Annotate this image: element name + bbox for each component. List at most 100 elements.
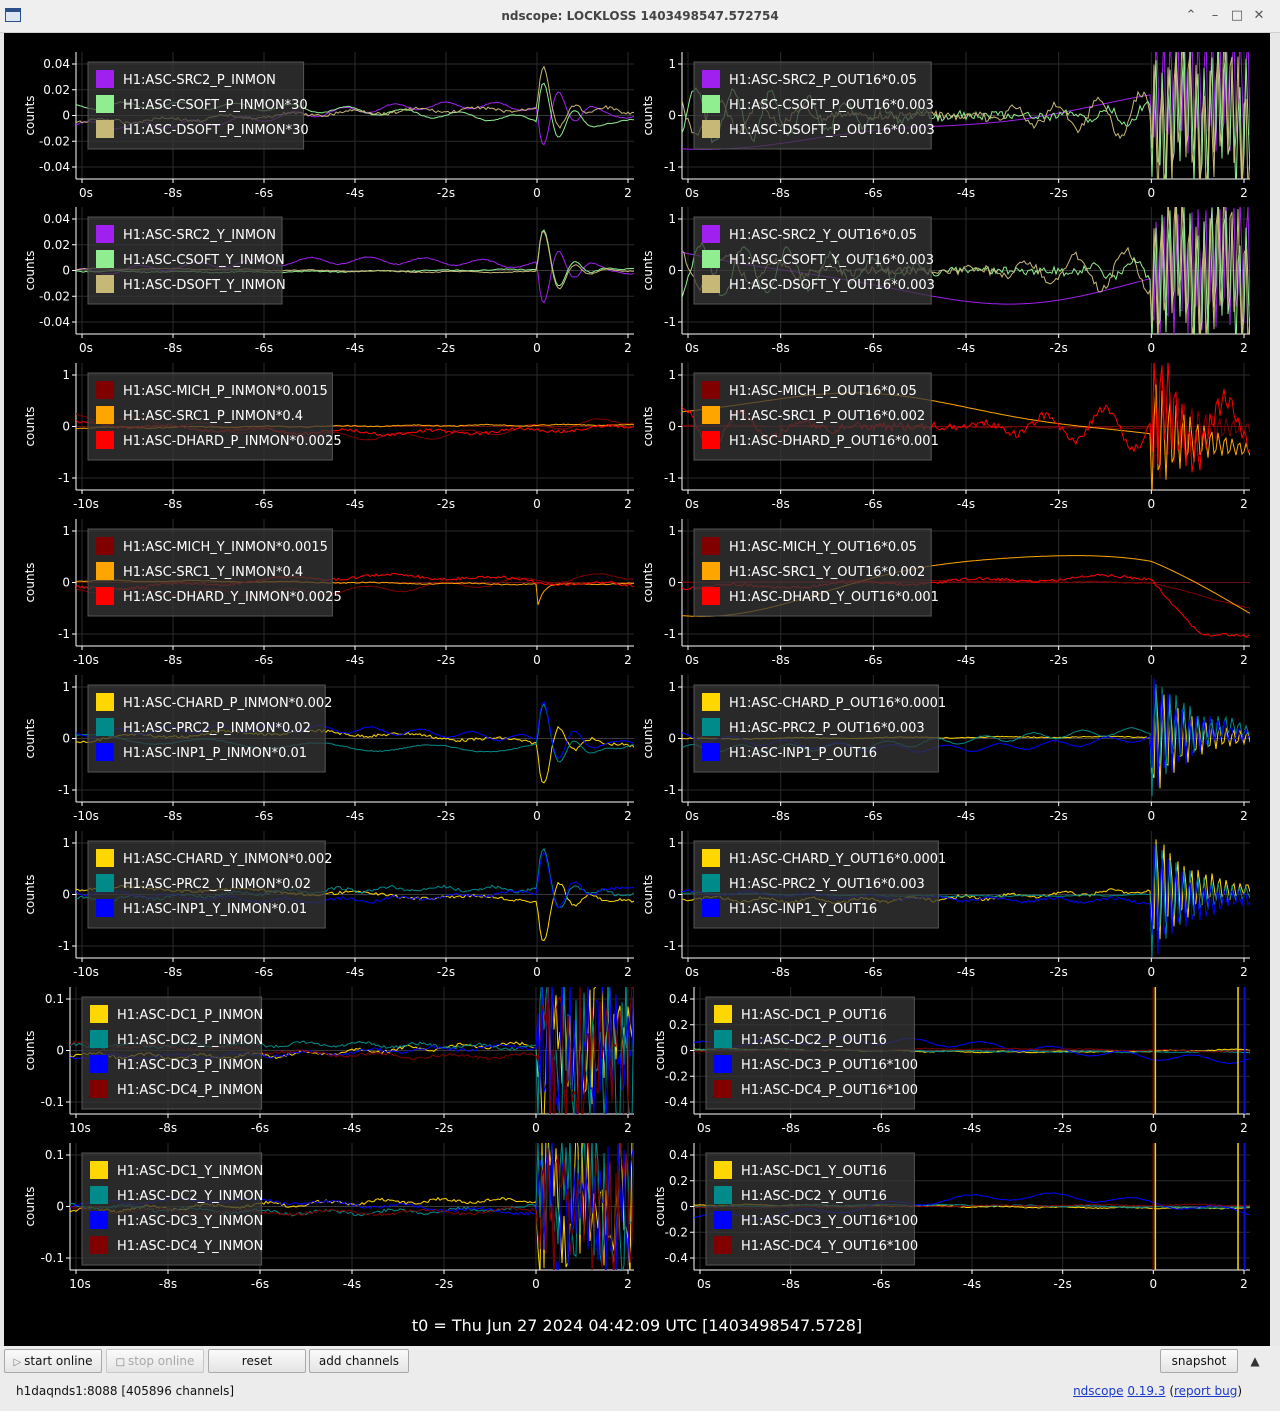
plot-legend[interactable]: H1:ASC-DC1_Y_OUT16 H1:ASC-DC2_Y_OUT16 H1:A… (705, 1152, 918, 1266)
y-tick-label: -0.4 (665, 1095, 688, 1109)
legend-swatch (96, 562, 114, 580)
add-channels-button[interactable]: add channels (309, 1349, 409, 1373)
legend-label: H1:ASC-DC4_Y_INMON (117, 1239, 263, 1254)
plot-panel[interactable]: 10s -8s -6s -4s -2s 0 2 0.1 0 -0.1 counts H1:ASC-DC… (23, 1129, 634, 1291)
y-tick-label: 0 (62, 420, 70, 434)
report-bug-link[interactable]: report bug (1174, 1384, 1237, 1398)
plot-panel[interactable]: 0s -8s -6s -4s -2s 0 2 0.4 0.2 0 -0.2 -0.4 counts H1:… (653, 987, 1250, 1135)
y-tick-label: -0.02 (39, 134, 70, 148)
legend-swatch (90, 1236, 108, 1254)
y-axis-label: counts (23, 406, 37, 446)
x-tick-label: -2s (437, 186, 455, 200)
x-tick-label: -4s (957, 186, 975, 200)
plot-legend[interactable]: H1:ASC-MICH_Y_OUT16*0.05 H1:ASC-SRC1_Y_OU… (693, 528, 939, 617)
y-tick-label: 1 (668, 368, 676, 382)
legend-label: H1:ASC-DC1_Y_OUT16 (741, 1164, 887, 1179)
y-tick-label: 0.2 (669, 1174, 688, 1188)
stop-online-button[interactable]: □ stop online (106, 1349, 204, 1373)
y-tick-label: 1 (668, 524, 676, 538)
legend-label: H1:ASC-PRC2_P_OUT16*0.003 (729, 721, 925, 736)
window-maximize-icon[interactable]: □ (1228, 7, 1246, 25)
plot-legend[interactable]: H1:ASC-DC1_P_INMON H1:ASC-DC2_P_INMON H1:A… (81, 996, 263, 1110)
legend-label: H1:ASC-PRC2_Y_OUT16*0.003 (729, 877, 925, 892)
x-tick-label: -4s (963, 1277, 981, 1291)
y-axis-label: counts (641, 874, 655, 914)
snapshot-button[interactable]: snapshot (1160, 1349, 1238, 1373)
x-tick-label: 10s (69, 1277, 91, 1291)
plot-panel[interactable]: 0s -8s -6s -4s -2s 0 2 1 0 -1 counts H1:ASC-SRC2_P_… (641, 33, 1250, 200)
plot-panel[interactable]: 0s -8s -6s -4s -2s 0 2 1 0 -1 counts H1:ASC-MICH_P_… (641, 361, 1250, 511)
plot-legend[interactable]: H1:ASC-SRC2_Y_OUT16*0.05 H1:ASC-CSOFT_Y_O… (693, 216, 935, 305)
y-tick-label: -1 (664, 939, 676, 953)
plot-panel[interactable]: -10s -8s -6s -4s -2s 0 2 1 0 -1 counts H1:ASC-MICH_… (23, 363, 634, 511)
reset-button[interactable]: reset (208, 1349, 306, 1373)
x-tick-label: 0 (1148, 809, 1156, 823)
y-tick-label: -1 (58, 471, 70, 485)
legend-swatch (96, 874, 114, 892)
window-close-icon[interactable]: ✕ (1250, 7, 1268, 25)
y-tick-label: -0.04 (39, 160, 70, 174)
y-axis-label: counts (653, 1186, 667, 1226)
plot-legend[interactable]: H1:ASC-MICH_P_INMON*0.0015 H1:ASC-SRC1_P_… (87, 372, 342, 461)
plot-legend[interactable]: H1:ASC-SRC2_P_OUT16*0.05 H1:ASC-CSOFT_P_O… (693, 61, 935, 150)
y-axis-label: counts (641, 250, 655, 290)
plot-panel[interactable]: 0s -8s -6s -4s -2s 0 2 0.04 0.02 0 -0.02 -0.04 count… (23, 52, 634, 200)
legend-swatch (96, 275, 114, 293)
legend-label: H1:ASC-DC2_P_OUT16 (741, 1033, 887, 1048)
legend-swatch (702, 718, 720, 736)
x-tick-label: 0s (685, 186, 699, 200)
plot-panel[interactable]: 0s -8s -6s -4s -2s 0 2 0.04 0.02 0 -0.02 -0.04 count… (23, 207, 634, 355)
legend-swatch (96, 70, 114, 88)
plot-legend[interactable]: H1:ASC-SRC2_P_INMON H1:ASC-CSOFT_P_INMON*… (87, 61, 309, 150)
y-tick-label: -0.1 (41, 1095, 64, 1109)
plot-panel[interactable]: 0s -8s -6s -4s -2s 0 2 1 0 -1 counts H1:ASC-MICH_Y_… (641, 519, 1250, 667)
x-tick-label: -8s (164, 341, 182, 355)
y-tick-label: 1 (62, 836, 70, 850)
plot-legend[interactable]: H1:ASC-SRC2_Y_INMON H1:ASC-CSOFT_Y_INMON H… (87, 216, 286, 305)
plot-legend[interactable]: H1:ASC-CHARD_P_INMON*0.002 H1:ASC-PRC2_P_… (87, 684, 332, 773)
start-online-button[interactable]: ▷ start online (4, 1349, 102, 1373)
x-tick-label: -4s (346, 965, 364, 979)
y-axis-label: counts (653, 1030, 667, 1070)
legend-swatch (96, 537, 114, 555)
legend-swatch (90, 1161, 108, 1179)
plot-legend[interactable]: H1:ASC-MICH_P_OUT16*0.05 H1:ASC-SRC1_P_OU… (693, 372, 939, 461)
legend-label: H1:ASC-CHARD_P_INMON*0.002 (123, 696, 332, 711)
plot-legend[interactable]: H1:ASC-DC1_Y_INMON H1:ASC-DC2_Y_INMON H1:A… (81, 1152, 263, 1266)
y-tick-label: -1 (664, 627, 676, 641)
x-tick-label: -8s (164, 653, 182, 667)
plot-legend[interactable]: H1:ASC-CHARD_Y_OUT16*0.0001 H1:ASC-PRC2_Y… (693, 840, 946, 929)
legend-swatch (702, 250, 720, 268)
legend-swatch (90, 1186, 108, 1204)
plot-panel[interactable]: -10s -8s -6s -4s -2s 0 2 1 0 -1 counts H1:ASC-MICH_… (23, 519, 634, 667)
legend-label: H1:ASC-MICH_Y_INMON*0.0015 (123, 540, 328, 555)
plot-panel[interactable]: 0s -8s -6s -4s -2s 0 2 1 0 -1 counts H1:ASC-CHARD_P… (641, 675, 1250, 823)
plot-panel[interactable]: 0s -8s -6s -4s -2s 0 2 0.4 0.2 0 -0.2 -0.4 counts H1:… (653, 1143, 1250, 1291)
plot-panel[interactable]: -10s -8s -6s -4s -2s 0 2 1 0 -1 counts H1:ASC-CHARD… (23, 675, 634, 823)
plot-panel[interactable]: 0s -8s -6s -4s -2s 0 2 1 0 -1 counts H1:ASC-CHARD_Y… (641, 831, 1250, 979)
y-axis-label: counts (23, 1186, 37, 1226)
window-shade-icon[interactable]: ⌃ (1182, 7, 1200, 25)
y-tick-label: -0.02 (39, 289, 70, 303)
x-tick-label: -2s (1050, 341, 1068, 355)
plot-panel[interactable]: -10s -8s -6s -4s -2s 0 2 1 0 -1 counts H1:ASC-CHARD… (23, 831, 634, 979)
plot-legend[interactable]: H1:ASC-CHARD_Y_INMON*0.002 H1:ASC-PRC2_Y_… (87, 840, 333, 929)
legend-label: H1:ASC-DHARD_Y_OUT16*0.001 (729, 590, 939, 605)
plot-grid[interactable]: 0s -8s -6s -4s -2s 0 2 0.04 0.02 0 -0.02 -0.04 count… (4, 33, 1270, 1313)
plot-panel[interactable]: 10s -8s -6s -4s -2s 0 2 0.1 0 -0.1 counts H1:ASC-DC… (23, 971, 634, 1135)
x-tick-label: -2s (437, 653, 455, 667)
plot-panel[interactable]: 0s -8s -6s -4s -2s 0 2 1 0 -1 counts H1:ASC-SRC2_Y_… (641, 182, 1250, 360)
version-link[interactable]: 0.19.3 (1127, 1384, 1165, 1398)
y-tick-label: 1 (62, 524, 70, 538)
y-tick-label: 0.1 (45, 1148, 64, 1162)
ndscope-link[interactable]: ndscope (1073, 1384, 1123, 1398)
expand-up-icon[interactable]: ▲ (1248, 1354, 1262, 1368)
y-axis-label: counts (23, 718, 37, 758)
plot-legend[interactable]: H1:ASC-CHARD_P_OUT16*0.0001 H1:ASC-PRC2_P… (693, 684, 946, 773)
x-tick-label: 0s (79, 341, 93, 355)
window-minimize-icon[interactable]: – (1206, 7, 1224, 25)
x-tick-label: -8s (772, 965, 790, 979)
x-tick-label: -2s (1050, 653, 1068, 667)
plot-legend[interactable]: H1:ASC-DC1_P_OUT16 H1:ASC-DC2_P_OUT16 H1:A… (705, 996, 918, 1110)
plot-legend[interactable]: H1:ASC-MICH_Y_INMON*0.0015 H1:ASC-SRC1_Y_… (87, 528, 342, 617)
